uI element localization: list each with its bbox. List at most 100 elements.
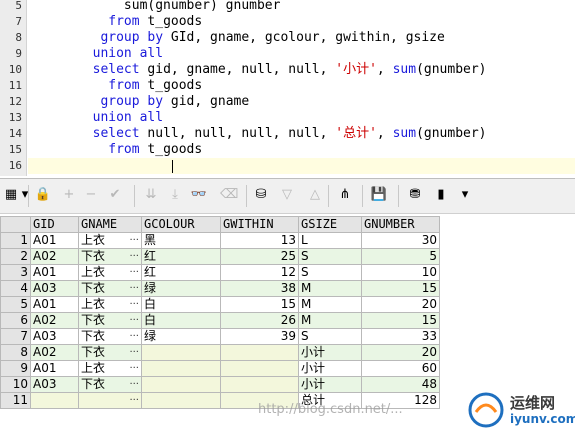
ellipsis-button-icon[interactable]: ··· <box>129 346 139 360</box>
cell-gsize[interactable]: M <box>298 280 362 297</box>
cell-gid[interactable]: A03 <box>30 280 79 297</box>
cell-gid[interactable]: A01 <box>30 232 79 249</box>
cell-gsize[interactable]: 小计 <box>298 376 362 393</box>
cell-gnumber[interactable]: 30 <box>361 232 440 249</box>
cell-gnumber[interactable]: 10 <box>361 264 440 281</box>
cell-gnumber[interactable]: 33 <box>361 328 440 345</box>
cell-gwithin[interactable]: 38 <box>220 280 299 297</box>
ellipsis-button-icon[interactable]: ··· <box>129 298 139 312</box>
cell-gid[interactable]: A01 <box>30 264 79 281</box>
cell-gcolour[interactable]: 黑 <box>141 232 221 249</box>
code-line[interactable]: 11 from t_goods <box>0 78 575 94</box>
column-header-gsize[interactable]: GSIZE <box>298 216 362 233</box>
cell-gcolour[interactable] <box>141 344 221 361</box>
add-record-icon[interactable]: + <box>60 186 78 204</box>
table-row[interactable]: 10 A03 下衣 ··· 小计 48 <box>0 376 440 393</box>
cell-gcolour[interactable]: 红 <box>141 248 221 265</box>
dropdown-arrow-icon[interactable]: ▾ <box>456 186 474 204</box>
cell-gcolour[interactable]: 白 <box>141 312 221 329</box>
result-grid[interactable]: GID GNAME GCOLOUR GWITHIN GSIZE GNUMBER 1 A01 上… <box>0 216 440 409</box>
cell-gsize[interactable]: L <box>298 232 362 249</box>
row-number[interactable]: 10 <box>0 376 31 393</box>
next-icon[interactable]: △ <box>306 186 324 204</box>
cell-gcolour[interactable]: 红 <box>141 264 221 281</box>
column-header-gcolour[interactable]: GCOLOUR <box>141 216 221 233</box>
cell-gname[interactable]: 下衣 ··· <box>78 376 142 393</box>
ellipsis-button-icon[interactable]: ··· <box>129 250 139 264</box>
cell-gwithin[interactable] <box>220 360 299 377</box>
previous-icon[interactable]: ▽ <box>278 186 296 204</box>
cell-gsize[interactable]: M <box>298 296 362 313</box>
cell-gsize[interactable]: S <box>298 328 362 345</box>
dropdown-arrow-icon[interactable]: ▾ <box>16 186 34 204</box>
cell-gid[interactable]: A02 <box>30 312 79 329</box>
ellipsis-button-icon[interactable]: ··· <box>129 314 139 328</box>
row-number[interactable]: 2 <box>0 248 31 265</box>
ellipsis-button-icon[interactable]: ··· <box>129 394 139 408</box>
row-number[interactable]: 6 <box>0 312 31 329</box>
cell-gnumber[interactable]: 60 <box>361 360 440 377</box>
code-line[interactable]: 9 union all <box>0 46 575 62</box>
cell-gname[interactable]: 上衣 ··· <box>78 232 142 249</box>
cell-gid[interactable]: A02 <box>30 248 79 265</box>
row-number[interactable]: 9 <box>0 360 31 377</box>
cell-gname[interactable]: 上衣 ··· <box>78 264 142 281</box>
cell-gcolour[interactable]: 绿 <box>141 328 221 345</box>
corner-header[interactable] <box>0 216 31 233</box>
cell-gcolour[interactable] <box>141 376 221 393</box>
lock-icon[interactable]: 🔒 <box>34 186 52 204</box>
cell-gwithin[interactable] <box>220 344 299 361</box>
fetch-last-icon[interactable]: ⤓ <box>166 186 184 204</box>
table-row[interactable]: 1 A01 上衣 ··· 黑 13 L 30 <box>0 232 440 249</box>
table-row[interactable]: 6 A02 下衣 ··· 白 26 M 15 <box>0 312 440 329</box>
fetch-next-icon[interactable]: ⇊ <box>142 186 160 204</box>
save-icon[interactable]: 💾 <box>370 186 388 204</box>
cell-gsize[interactable]: M <box>298 312 362 329</box>
cell-gwithin[interactable] <box>220 376 299 393</box>
cell-gname[interactable]: 下衣 ··· <box>78 344 142 361</box>
cell-gname[interactable]: 上衣 ··· <box>78 360 142 377</box>
column-header-gnumber[interactable]: GNUMBER <box>361 216 440 233</box>
cell-gsize[interactable]: 小计 <box>298 360 362 377</box>
cell-gnumber[interactable]: 15 <box>361 312 440 329</box>
sql-editor[interactable]: 5 sum(gnumber) gnumber 7 from t_goods 8 gr… <box>0 0 575 176</box>
table-row[interactable]: 3 A01 上衣 ··· 红 12 S 10 <box>0 264 440 281</box>
row-number[interactable]: 11 <box>0 392 31 409</box>
column-header-gwithin[interactable]: GWITHIN <box>220 216 299 233</box>
cell-gid[interactable]: A03 <box>30 328 79 345</box>
cell-gnumber[interactable]: 5 <box>361 248 440 265</box>
delete-record-icon[interactable]: − <box>82 186 100 204</box>
clear-icon[interactable]: ⌫ <box>220 186 238 204</box>
cell-gid[interactable] <box>30 392 79 409</box>
column-header-gid[interactable]: GID <box>30 216 79 233</box>
table-row[interactable]: 9 A01 上衣 ··· 小计 60 <box>0 360 440 377</box>
cell-gwithin[interactable]: 39 <box>220 328 299 345</box>
post-changes-icon[interactable]: ✔ <box>106 186 124 204</box>
code-line[interactable]: 8 group by GId, gname, gcolour, gwithin,… <box>0 30 575 46</box>
code-line[interactable]: 7 from t_goods <box>0 14 575 30</box>
code-line[interactable]: 14 select null, null, null, null, '总计', … <box>0 126 575 142</box>
tree-view-icon[interactable]: ⋔ <box>336 186 354 204</box>
row-number[interactable]: 3 <box>0 264 31 281</box>
cell-gwithin[interactable]: 26 <box>220 312 299 329</box>
cell-gname[interactable]: 下衣 ··· <box>78 312 142 329</box>
export-icon[interactable]: ⛃ <box>406 186 424 204</box>
cell-gwithin[interactable]: 12 <box>220 264 299 281</box>
row-number[interactable]: 1 <box>0 232 31 249</box>
cell-gid[interactable]: A03 <box>30 376 79 393</box>
cell-gwithin[interactable]: 25 <box>220 248 299 265</box>
cell-gid[interactable]: A01 <box>30 360 79 377</box>
row-number[interactable]: 8 <box>0 344 31 361</box>
cell-gnumber[interactable]: 20 <box>361 296 440 313</box>
ellipsis-button-icon[interactable]: ··· <box>129 330 139 344</box>
column-header-gname[interactable]: GNAME <box>78 216 142 233</box>
cell-gname[interactable]: 下衣 ··· <box>78 280 142 297</box>
ellipsis-button-icon[interactable]: ··· <box>129 282 139 296</box>
code-line[interactable]: 12 group by gid, gname <box>0 94 575 110</box>
cell-gname[interactable]: 下衣 ··· <box>78 248 142 265</box>
cell-gcolour[interactable] <box>141 392 221 409</box>
ellipsis-button-icon[interactable]: ··· <box>129 378 139 392</box>
cell-gwithin[interactable]: 13 <box>220 232 299 249</box>
cell-gsize[interactable]: S <box>298 264 362 281</box>
find-binoculars-icon[interactable]: 👓 <box>190 186 208 204</box>
